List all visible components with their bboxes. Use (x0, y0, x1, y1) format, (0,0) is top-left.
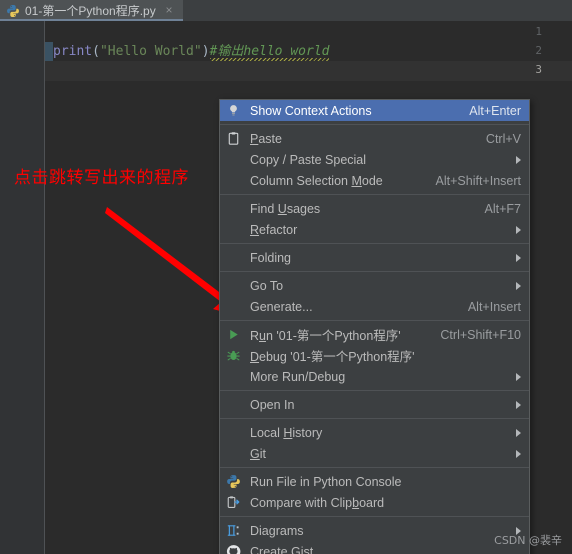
pycharm-editor-window: 01-第一个Python程序.py × 1 2 3 print("Hello W… (0, 0, 572, 554)
menu-item-shortcut: Alt+F7 (484, 201, 521, 216)
python-file-icon (6, 4, 20, 18)
editor-caret-block (45, 42, 53, 61)
menu-item-compare-with-clipboard[interactable]: Compare with Clipboard (220, 492, 529, 513)
menu-item-shortcut: Alt+Enter (469, 103, 521, 118)
menu-item-label: Git (250, 446, 266, 461)
menu-item-label: Find Usages (250, 201, 321, 216)
lightbulb-icon (226, 103, 241, 118)
menu-item-diagrams[interactable]: Diagrams (220, 520, 529, 541)
menu-item-label: Compare with Clipboard (250, 495, 385, 510)
context-menu[interactable]: Show Context Actions Alt+Enter Paste Ctr… (219, 99, 530, 554)
menu-separator (220, 271, 529, 272)
diagrams-icon (226, 523, 241, 538)
line-number-1: 1 (535, 25, 542, 38)
menu-item-copy-paste-special[interactable]: Copy / Paste Special (220, 149, 529, 170)
menu-item-label: Generate... (250, 299, 313, 314)
run-play-icon (226, 327, 241, 342)
annotation-label: 点击跳转写出来的程序 (14, 168, 189, 188)
python-icon (226, 474, 241, 489)
submenu-arrow-icon (516, 281, 521, 290)
menu-item-label: Run File in Python Console (250, 474, 402, 489)
menu-item-shortcut: Alt+Shift+Insert (435, 173, 521, 188)
code-token-string: "Hello World" (99, 44, 202, 59)
menu-separator (220, 320, 529, 321)
close-icon[interactable]: × (163, 4, 175, 16)
menu-item-label: Column Selection Mode (250, 173, 383, 188)
compare-clipboard-icon (226, 495, 241, 510)
menu-item-label: Diagrams (250, 523, 304, 538)
code-line-2: print("Hello World")#输出hello world (53, 42, 330, 61)
github-icon (226, 544, 241, 554)
menu-item-label: Refactor (250, 222, 298, 237)
watermark: CSDN @裴辛 (494, 534, 562, 547)
submenu-arrow-icon (516, 225, 521, 234)
menu-item-label: Local History (250, 425, 323, 440)
menu-separator (220, 124, 529, 125)
menu-item-find-usages[interactable]: Find Usages Alt+F7 (220, 198, 529, 219)
code-token-comment: #输出hello world (209, 44, 330, 61)
menu-item-shortcut: Ctrl+Shift+F10 (440, 327, 521, 342)
menu-item-go-to[interactable]: Go To (220, 275, 529, 296)
menu-item-label: Copy / Paste Special (250, 152, 367, 167)
menu-separator (220, 516, 529, 517)
menu-item-debug-file[interactable]: Debug '01-第一个Python程序' (220, 345, 529, 366)
clipboard-icon (226, 131, 241, 146)
submenu-arrow-icon (516, 428, 521, 437)
menu-item-label: Go To (250, 278, 284, 293)
menu-item-label: Show Context Actions (250, 103, 372, 118)
submenu-arrow-icon (516, 372, 521, 381)
gutter-divider (44, 21, 45, 554)
menu-item-local-history[interactable]: Local History (220, 422, 529, 443)
menu-separator (220, 467, 529, 468)
menu-item-open-in[interactable]: Open In (220, 394, 529, 415)
line-number-3: 3 (535, 63, 542, 76)
inspection-squiggle (209, 58, 330, 61)
submenu-arrow-icon (516, 400, 521, 409)
menu-item-label: Open In (250, 397, 295, 412)
menu-item-run-file[interactable]: Run '01-第一个Python程序' Ctrl+Shift+F10 (220, 324, 529, 345)
comment-text: #输出hello world (209, 44, 330, 59)
menu-separator (220, 243, 529, 244)
menu-item-column-selection-mode[interactable]: Column Selection Mode Alt+Shift+Insert (220, 170, 529, 191)
menu-item-run-file-in-python-console[interactable]: Run File in Python Console (220, 471, 529, 492)
menu-item-show-context-actions[interactable]: Show Context Actions Alt+Enter (220, 100, 529, 121)
submenu-arrow-icon (516, 449, 521, 458)
menu-item-more-run-debug[interactable]: More Run/Debug (220, 366, 529, 387)
debug-bug-icon (226, 348, 241, 363)
menu-item-label: Debug '01-第一个Python程序' (250, 350, 415, 364)
line-number-2: 2 (535, 44, 542, 57)
menu-item-folding[interactable]: Folding (220, 247, 529, 268)
menu-separator (220, 390, 529, 391)
menu-item-shortcut: Alt+Insert (467, 299, 521, 314)
menu-separator (220, 418, 529, 419)
code-token-function: print (53, 44, 93, 59)
menu-item-label: Create Gist... (250, 544, 324, 554)
menu-item-label: Folding (250, 250, 291, 265)
menu-item-create-gist[interactable]: Create Gist... (220, 541, 529, 554)
code-token-close-paren: ) (201, 44, 210, 59)
menu-item-generate[interactable]: Generate... Alt+Insert (220, 296, 529, 317)
current-line-highlight (45, 61, 572, 81)
editor-tab-bar: 01-第一个Python程序.py × (0, 0, 572, 21)
editor-tab-label: 01-第一个Python程序.py (25, 4, 156, 18)
code-token-open-paren: ( (92, 44, 100, 59)
menu-item-label: More Run/Debug (250, 369, 346, 384)
menu-item-label: Run '01-第一个Python程序' (250, 329, 401, 343)
menu-item-label: Paste (250, 131, 282, 146)
menu-separator (220, 194, 529, 195)
menu-item-shortcut: Ctrl+V (485, 131, 521, 146)
menu-item-paste[interactable]: Paste Ctrl+V (220, 128, 529, 149)
editor-tab[interactable]: 01-第一个Python程序.py × (0, 0, 183, 21)
menu-item-refactor[interactable]: Refactor (220, 219, 529, 240)
submenu-arrow-icon (516, 155, 521, 164)
editor-gutter (0, 21, 44, 554)
menu-item-git[interactable]: Git (220, 443, 529, 464)
submenu-arrow-icon (516, 253, 521, 262)
